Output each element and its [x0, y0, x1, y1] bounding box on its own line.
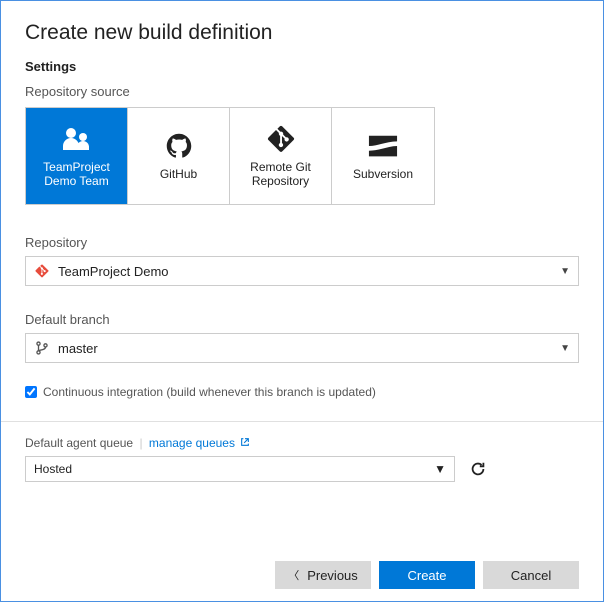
source-tile-subversion[interactable]: Subversion: [332, 108, 434, 204]
manage-queues-link[interactable]: manage queues: [149, 436, 250, 450]
ci-checkbox[interactable]: [25, 386, 37, 398]
dialog-title: Create new build definition: [25, 21, 579, 45]
chevron-down-icon: ▼: [560, 266, 570, 277]
agent-queue-row: Hosted ▼: [25, 456, 579, 482]
ci-label: Continuous integration (build whenever t…: [43, 385, 376, 399]
agent-queue-label-row: Default agent queue | manage queues: [25, 436, 579, 450]
tile-label: Subversion: [353, 167, 413, 181]
branch-field-label: Default branch: [25, 312, 579, 327]
branch-value: master: [58, 341, 560, 356]
external-link-icon: [240, 436, 250, 446]
repository-select[interactable]: TeamProject Demo ▼: [25, 256, 579, 286]
subversion-icon: [365, 131, 401, 161]
branch-icon: [34, 340, 50, 356]
chevron-left-icon: 〈: [288, 567, 299, 583]
create-button[interactable]: Create: [379, 561, 475, 589]
source-tile-github[interactable]: GitHub: [128, 108, 230, 204]
git-icon: [263, 124, 299, 154]
cancel-button[interactable]: Cancel: [483, 561, 579, 589]
repository-source-label: Repository source: [25, 84, 579, 99]
branch-select[interactable]: master ▼: [25, 333, 579, 363]
source-tile-remote-git[interactable]: Remote Git Repository: [230, 108, 332, 204]
agent-queue-select[interactable]: Hosted ▼: [25, 456, 455, 482]
team-project-icon: [59, 124, 95, 154]
github-icon: [161, 131, 197, 161]
chevron-down-icon: ▼: [560, 343, 570, 354]
dialog-footer: 〈 Previous Create Cancel: [275, 561, 579, 589]
git-repo-icon: [34, 263, 50, 279]
repository-source-tiles: TeamProject Demo Team GitHub Remote Git …: [25, 107, 435, 205]
repository-value: TeamProject Demo: [58, 264, 560, 279]
refresh-queue-button[interactable]: [465, 456, 491, 482]
refresh-icon: [469, 460, 487, 478]
tile-label: TeamProject Demo Team: [30, 160, 123, 189]
continuous-integration-checkbox-row[interactable]: Continuous integration (build whenever t…: [25, 385, 579, 399]
agent-queue-value: Hosted: [34, 462, 72, 476]
create-build-definition-dialog: Create new build definition Settings Rep…: [0, 0, 604, 602]
tile-label: GitHub: [160, 167, 197, 181]
agent-queue-label: Default agent queue: [25, 436, 133, 450]
previous-button[interactable]: 〈 Previous: [275, 561, 371, 589]
settings-heading: Settings: [25, 59, 579, 74]
divider: [1, 421, 603, 422]
source-tile-team-project[interactable]: TeamProject Demo Team: [26, 108, 128, 204]
chevron-down-icon: ▼: [434, 462, 446, 476]
repository-field-label: Repository: [25, 235, 579, 250]
tile-label: Remote Git Repository: [234, 160, 327, 189]
